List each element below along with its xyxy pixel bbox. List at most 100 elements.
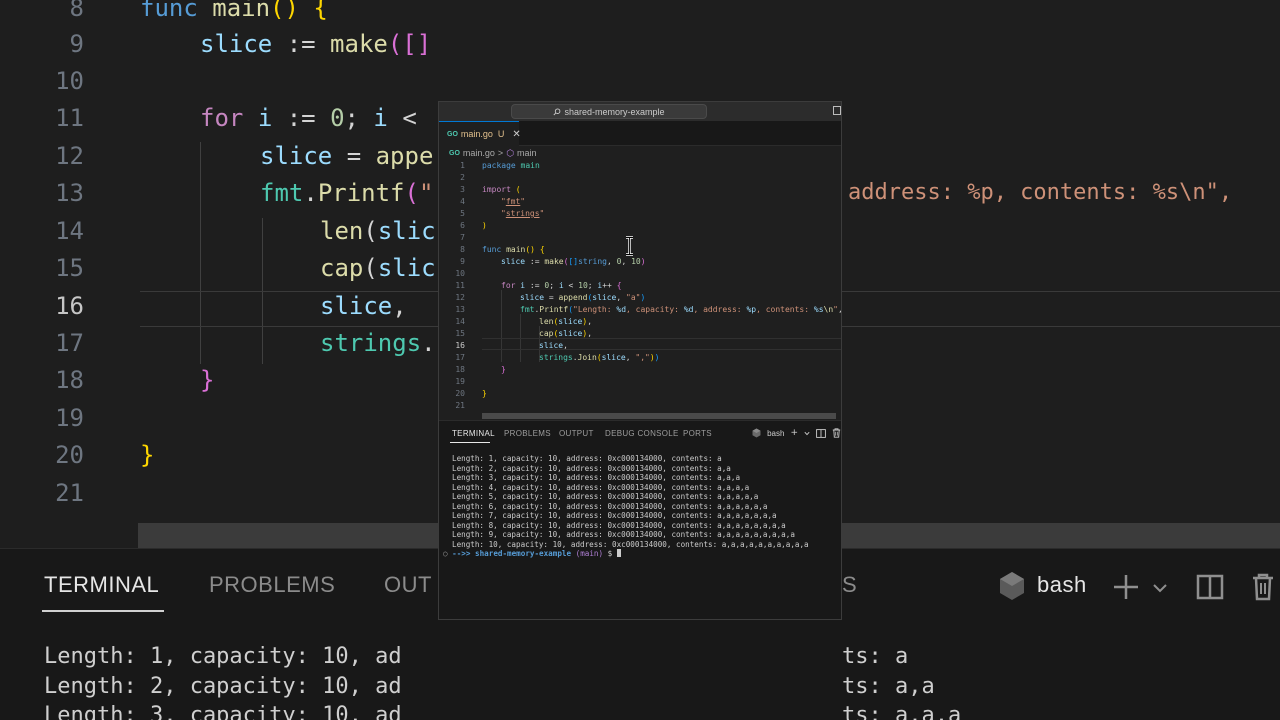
bg-right-fragment-text: address: %p, contents: %s\n", [848, 180, 1233, 205]
editor-window: shared-memory-example GO main.go U ✕ GO … [438, 101, 842, 620]
code-line: 8 func main() { [439, 244, 841, 256]
bg-line-number: 11 [55, 104, 84, 132]
code-line: 13 fmt.Printf("Length: %d, capacity: %d, … [439, 304, 841, 316]
line-number: 16 [455, 341, 465, 350]
bg-terminal-right: ts: a,a,a [842, 703, 962, 720]
bg-line-number: 17 [55, 329, 84, 357]
code-text: ) [482, 221, 487, 230]
code-text: for i := 0; i < 10; i++ { [501, 281, 622, 290]
symbol-icon: ⬡ [506, 147, 515, 158]
bg-code-text: strings. [320, 329, 436, 357]
terminal-line: Length: 8, capacity: 10, address: 0xc000… [452, 520, 786, 530]
split-terminal-icon[interactable] [816, 428, 826, 438]
code-editor[interactable]: 1 package main 2 3 import ( 4 "fmt" 5 "strin… [439, 160, 841, 414]
bg-bash-icon [1000, 572, 1024, 600]
code-text: slice, [539, 341, 568, 350]
panel-actions: bash + [752, 426, 841, 440]
code-line: 17 strings.Join(slice, ",")) [439, 352, 841, 364]
bg-code-text: } [200, 366, 215, 394]
go-file-icon: GO [447, 130, 458, 138]
code-text: "fmt" [501, 197, 526, 206]
bg-terminal-line: Length: 2, capacity: 10, ad [44, 674, 402, 699]
terminal-line: Length: 1, capacity: 10, address: 0xc000… [452, 454, 722, 463]
bg-line-number: 8 [69, 0, 84, 22]
plus-icon[interactable]: + [790, 428, 798, 438]
line-number: 19 [455, 377, 465, 386]
terminal-output[interactable]: Length: 1, capacity: 10, address: 0xc000… [439, 451, 841, 619]
line-number: 7 [460, 233, 465, 242]
line-number: 13 [455, 305, 465, 314]
search-text: shared-memory-example [564, 106, 665, 117]
trash-icon[interactable] [832, 428, 841, 438]
prompt-branch: (main) [575, 549, 604, 558]
code-line: 11 for i := 0; i < 10; i++ { [439, 280, 841, 292]
tab-main-go[interactable]: GO main.go U ✕ [439, 121, 521, 146]
bg-line: 9 slice := make([] [0, 26, 1280, 63]
terminal-prompt: ○ -->> shared-memory-example (main) $ [443, 549, 621, 559]
layout-toggle-icon[interactable] [833, 106, 841, 115]
code-text: func main() { [482, 245, 545, 254]
terminal-line: Length: 2, capacity: 10, address: 0xc000… [452, 463, 731, 473]
code-text: } [482, 389, 487, 398]
line-number: 1 [460, 161, 465, 170]
line-number: 5 [460, 209, 465, 218]
line-number: 18 [455, 365, 465, 374]
bg-line-number: 12 [55, 142, 84, 170]
bg-trash-icon [1253, 573, 1273, 601]
bg-code-text: cap(slic [320, 254, 436, 282]
bg-terminal-right: ts: a,a [842, 674, 935, 699]
code-text: } [501, 365, 506, 374]
title-bar: shared-memory-example [439, 102, 841, 121]
search-icon [553, 107, 561, 115]
code-line: 10 [439, 268, 841, 280]
breadcrumb-file[interactable]: main.go [463, 148, 495, 158]
tab-ports[interactable]: PORTS [683, 429, 712, 438]
command-center-search[interactable]: shared-memory-example [511, 104, 707, 119]
bg-tab-ports-fragment: S [842, 572, 858, 597]
bg-line-number: 15 [55, 254, 84, 282]
code-line: 5 "strings" [439, 208, 841, 220]
bg-right-fragment: address: %p, contents: %s\n", [848, 180, 1232, 205]
code-text: slice = append(slice, "a") [520, 293, 646, 302]
terminal-line: Length: 5, capacity: 10, address: 0xc000… [452, 492, 759, 501]
bg-line-number: 20 [55, 441, 84, 469]
line-number: 12 [455, 293, 465, 302]
bottom-panel: TERMINAL PROBLEMS OUTPUT DEBUG CONSOLE P… [439, 420, 841, 619]
tab-output[interactable]: OUTPUT [559, 429, 594, 438]
bg-tab-output: OUT [384, 572, 432, 597]
shell-label[interactable]: bash [767, 429, 784, 438]
bg-line-number: 9 [69, 30, 84, 58]
bg-chevron-down-icon [1153, 584, 1167, 593]
code-line: 7 [439, 232, 841, 244]
code-line: 14 len(slice), [439, 316, 841, 328]
code-text: "strings" [501, 209, 545, 218]
chevron-down-icon[interactable] [804, 431, 810, 436]
horizontal-scrollbar[interactable] [482, 413, 836, 419]
breadcrumb-go-icon: GO [449, 149, 460, 157]
code-line: 18} [439, 364, 841, 376]
line-number: 20 [455, 389, 465, 398]
close-icon[interactable]: ✕ [512, 129, 520, 140]
line-number: 15 [455, 329, 465, 338]
line-number: 10 [455, 269, 465, 278]
tab-debug-console[interactable]: DEBUG CONSOLE [605, 429, 679, 438]
code-text: fmt.Printf("Length: %d, capacity: %d, ad… [520, 305, 841, 314]
bg-code-text: for i := 0; i < [200, 104, 417, 132]
code-line: 2 [439, 172, 841, 184]
line-number: 8 [460, 245, 465, 254]
code-line: 6) [439, 220, 841, 232]
terminal-line: Length: 7, capacity: 10, address: 0xc000… [452, 511, 777, 520]
bg-line-number: 14 [55, 217, 84, 245]
tab-problems[interactable]: PROBLEMS [504, 429, 551, 438]
breadcrumb-symbol[interactable]: main [517, 148, 537, 158]
bg-terminal-line: Length: 3, capacity: 10, ad [44, 703, 402, 720]
bg-code-text: fmt.Printf(" [260, 179, 434, 207]
line-number: 9 [460, 257, 465, 266]
line-number: 11 [455, 281, 465, 290]
bash-icon [752, 428, 761, 438]
breadcrumb: GO main.go > ⬡ main [449, 147, 537, 159]
panel-tabs: TERMINAL PROBLEMS OUTPUT DEBUG CONSOLE P… [439, 421, 841, 447]
bg-code-text: slice = appe [260, 142, 434, 170]
code-text: package main [482, 161, 540, 170]
tab-terminal[interactable]: TERMINAL [452, 429, 495, 438]
